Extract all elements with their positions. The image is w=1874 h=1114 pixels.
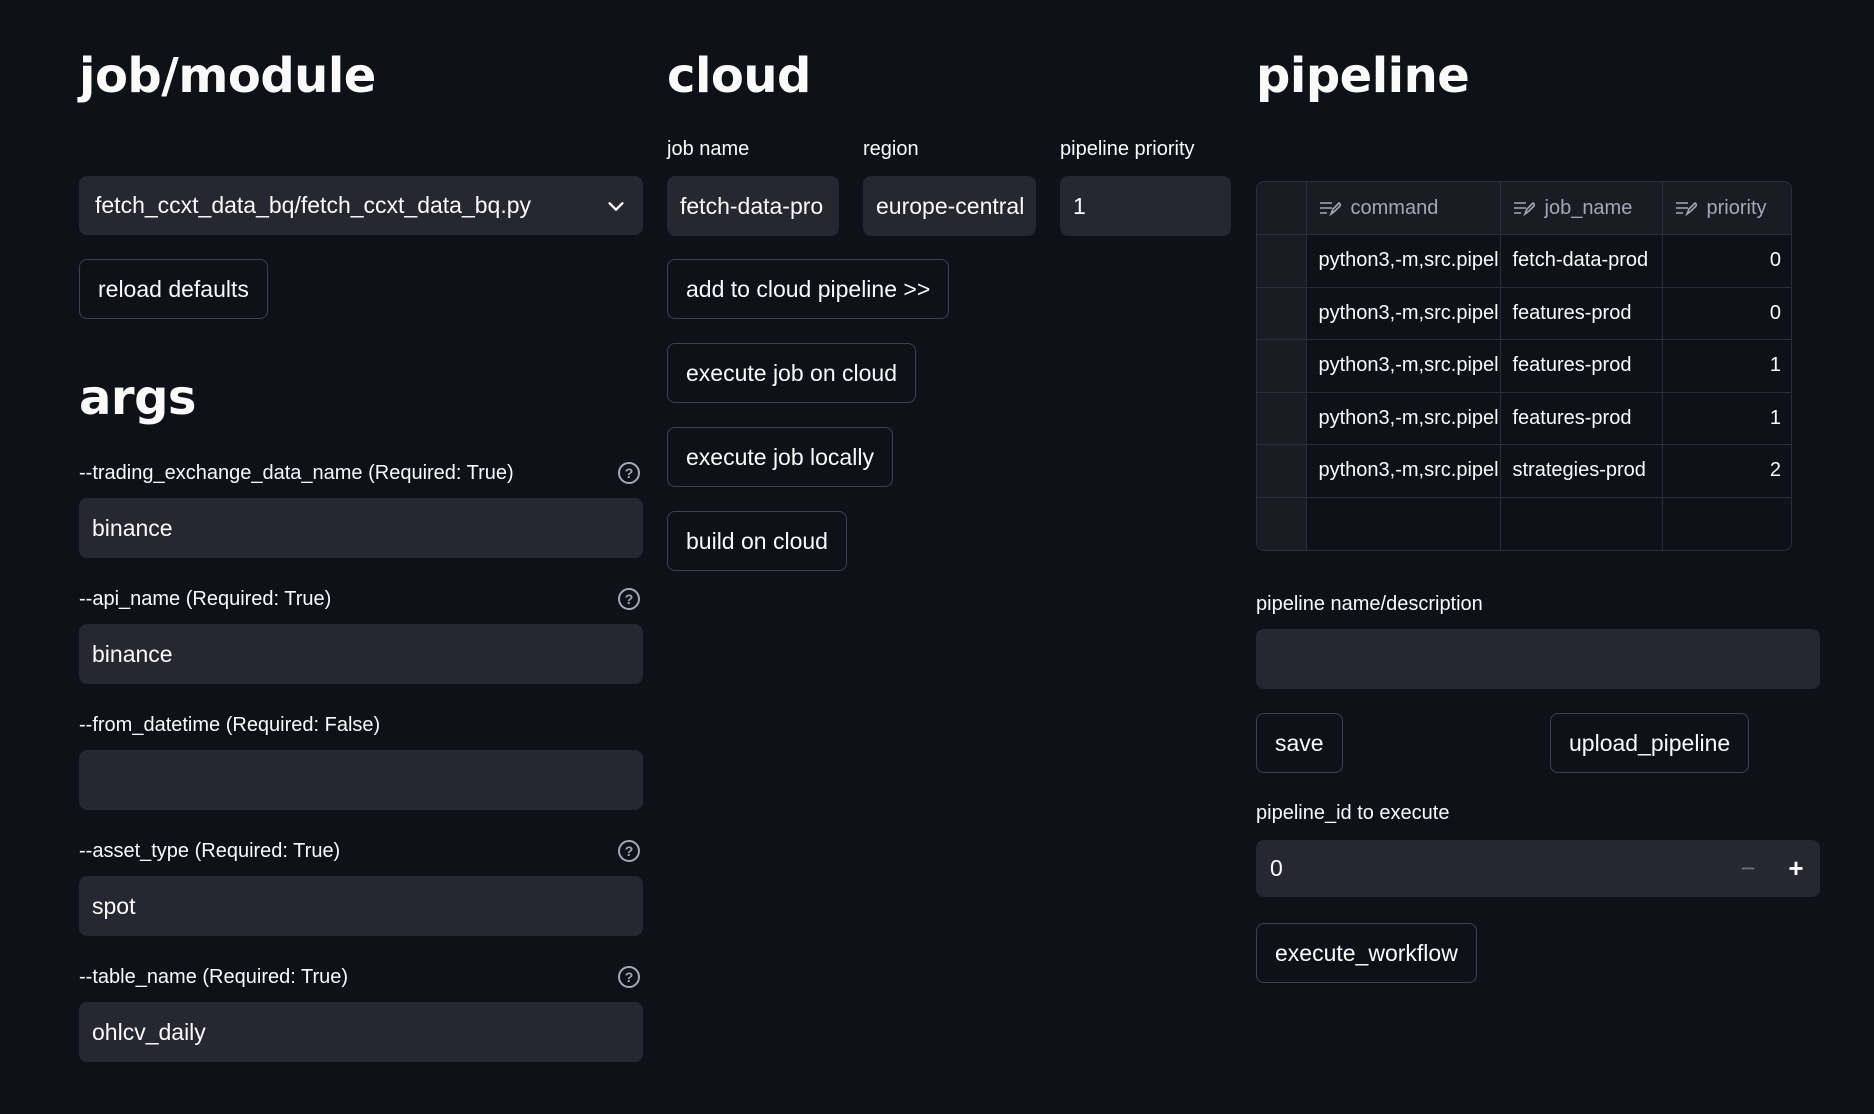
table-header-row: command job_name priority [1257, 182, 1791, 235]
row-index-cell[interactable] [1257, 339, 1307, 393]
question-circle-icon[interactable]: ? [618, 966, 640, 988]
job-name-cell[interactable]: strategies-prod [1500, 444, 1663, 498]
table-row[interactable]: python3,-m,src.pipel features-prod 1 [1257, 392, 1791, 445]
build-on-cloud-button[interactable]: build on cloud [667, 511, 847, 571]
job-name-label: job name [667, 138, 750, 160]
job-name-cell[interactable]: fetch-data-prod [1500, 234, 1663, 288]
job-name-cell[interactable]: features-prod [1500, 392, 1663, 445]
job-name-input[interactable]: fetch-data-pro [667, 176, 839, 236]
row-index-cell[interactable] [1257, 234, 1307, 288]
pipeline-id-label: pipeline_id to execute [1256, 802, 1450, 824]
pipeline-heading: pipeline [1256, 48, 1470, 104]
cloud-heading: cloud [667, 48, 811, 104]
column-header-job-name[interactable]: job_name [1500, 182, 1663, 235]
plus-icon[interactable]: + [1772, 840, 1820, 897]
priority-cell[interactable]: 2 [1662, 444, 1791, 498]
priority-cell[interactable]: 0 [1662, 234, 1791, 288]
arg-input-trading-exchange-data-name[interactable]: binance [79, 498, 643, 558]
reload-defaults-button[interactable]: reload defaults [79, 259, 268, 319]
command-cell[interactable]: python3,-m,src.pipel [1306, 444, 1501, 498]
arg-label: --table_name (Required: True) [79, 966, 349, 988]
region-label: region [863, 138, 919, 160]
execute-workflow-button[interactable]: execute_workflow [1256, 923, 1477, 983]
module-select[interactable]: fetch_ccxt_data_bq/fetch_ccxt_data_bq.py [79, 176, 643, 235]
command-cell[interactable]: python3,-m,src.pipel [1306, 339, 1501, 393]
add-to-cloud-pipeline-button[interactable]: add to cloud pipeline >> [667, 259, 950, 319]
column-header-label: job_name [1544, 196, 1633, 219]
edit-text-icon [1319, 202, 1341, 217]
arg-input-api-name[interactable]: binance [79, 624, 643, 684]
region-input[interactable]: europe-central [863, 176, 1036, 236]
row-index-cell[interactable] [1257, 497, 1307, 550]
arg-label: --asset_type (Required: True) [79, 840, 341, 862]
priority-cell[interactable]: 1 [1662, 392, 1791, 445]
pipeline-table[interactable]: command job_name priority python3,-m,src… [1256, 181, 1792, 551]
table-row[interactable]: python3,-m,src.pipel features-prod 1 [1257, 339, 1791, 393]
arg-label: --from_datetime (Required: False) [79, 714, 381, 736]
column-header-command[interactable]: command [1306, 182, 1501, 235]
execute-job-on-cloud-button[interactable]: execute job on cloud [667, 343, 916, 403]
priority-cell[interactable]: 1 [1662, 339, 1791, 393]
row-index-cell[interactable] [1257, 287, 1307, 340]
arg-input-from-datetime[interactable] [79, 750, 643, 810]
question-circle-icon[interactable]: ? [618, 840, 640, 862]
save-button[interactable]: save [1256, 713, 1343, 773]
app-root: job/module fetch_ccxt_data_bq/fetch_ccxt… [0, 0, 1874, 1114]
pipeline-id-stepper[interactable]: 0 − + [1256, 840, 1820, 897]
edit-text-icon [1513, 202, 1535, 217]
table-row[interactable]: python3,-m,src.pipel features-prod 0 [1257, 287, 1791, 340]
row-index-cell[interactable] [1257, 392, 1307, 445]
table-row[interactable]: python3,-m,src.pipel strategies-prod 2 [1257, 444, 1791, 498]
empty-cell[interactable] [1500, 497, 1663, 550]
empty-cell[interactable] [1662, 497, 1791, 550]
column-header-label: priority [1706, 196, 1767, 219]
job-name-cell[interactable]: features-prod [1500, 339, 1663, 393]
job-module-heading: job/module [79, 48, 376, 104]
column-header-priority[interactable]: priority [1662, 182, 1791, 235]
edit-text-icon [1675, 202, 1697, 217]
arg-label: --api_name (Required: True) [79, 588, 332, 610]
command-cell[interactable]: python3,-m,src.pipel [1306, 392, 1501, 445]
column-header-label: command [1350, 196, 1439, 219]
table-new-row[interactable] [1257, 497, 1791, 550]
minus-icon[interactable]: − [1724, 840, 1772, 897]
row-index-cell[interactable] [1257, 444, 1307, 498]
pipeline-priority-input[interactable]: 1 [1060, 176, 1231, 236]
table-row[interactable]: python3,-m,src.pipel fetch-data-prod 0 [1257, 234, 1791, 288]
question-circle-icon[interactable]: ? [618, 588, 640, 610]
execute-job-locally-button[interactable]: execute job locally [667, 427, 893, 487]
pipeline-name-input[interactable] [1256, 629, 1820, 689]
command-cell[interactable]: python3,-m,src.pipel [1306, 234, 1501, 288]
arg-label: --trading_exchange_data_name (Required: … [79, 462, 514, 484]
chevron-down-icon [608, 201, 624, 211]
empty-cell[interactable] [1306, 497, 1501, 550]
upload-pipeline-button[interactable]: upload_pipeline [1550, 713, 1750, 773]
pipeline-name-label: pipeline name/description [1256, 593, 1483, 615]
priority-cell[interactable]: 0 [1662, 287, 1791, 340]
arg-input-table-name[interactable]: ohlcv_daily [79, 1002, 643, 1062]
row-index-header [1257, 182, 1307, 235]
pipeline-id-value[interactable]: 0 [1256, 855, 1724, 882]
args-heading: args [79, 370, 197, 426]
module-select-value: fetch_ccxt_data_bq/fetch_ccxt_data_bq.py [95, 192, 532, 218]
pipeline-priority-label: pipeline priority [1060, 138, 1195, 160]
arg-input-asset-type[interactable]: spot [79, 876, 643, 936]
command-cell[interactable]: python3,-m,src.pipel [1306, 287, 1501, 340]
job-name-cell[interactable]: features-prod [1500, 287, 1663, 340]
question-circle-icon[interactable]: ? [618, 462, 640, 484]
